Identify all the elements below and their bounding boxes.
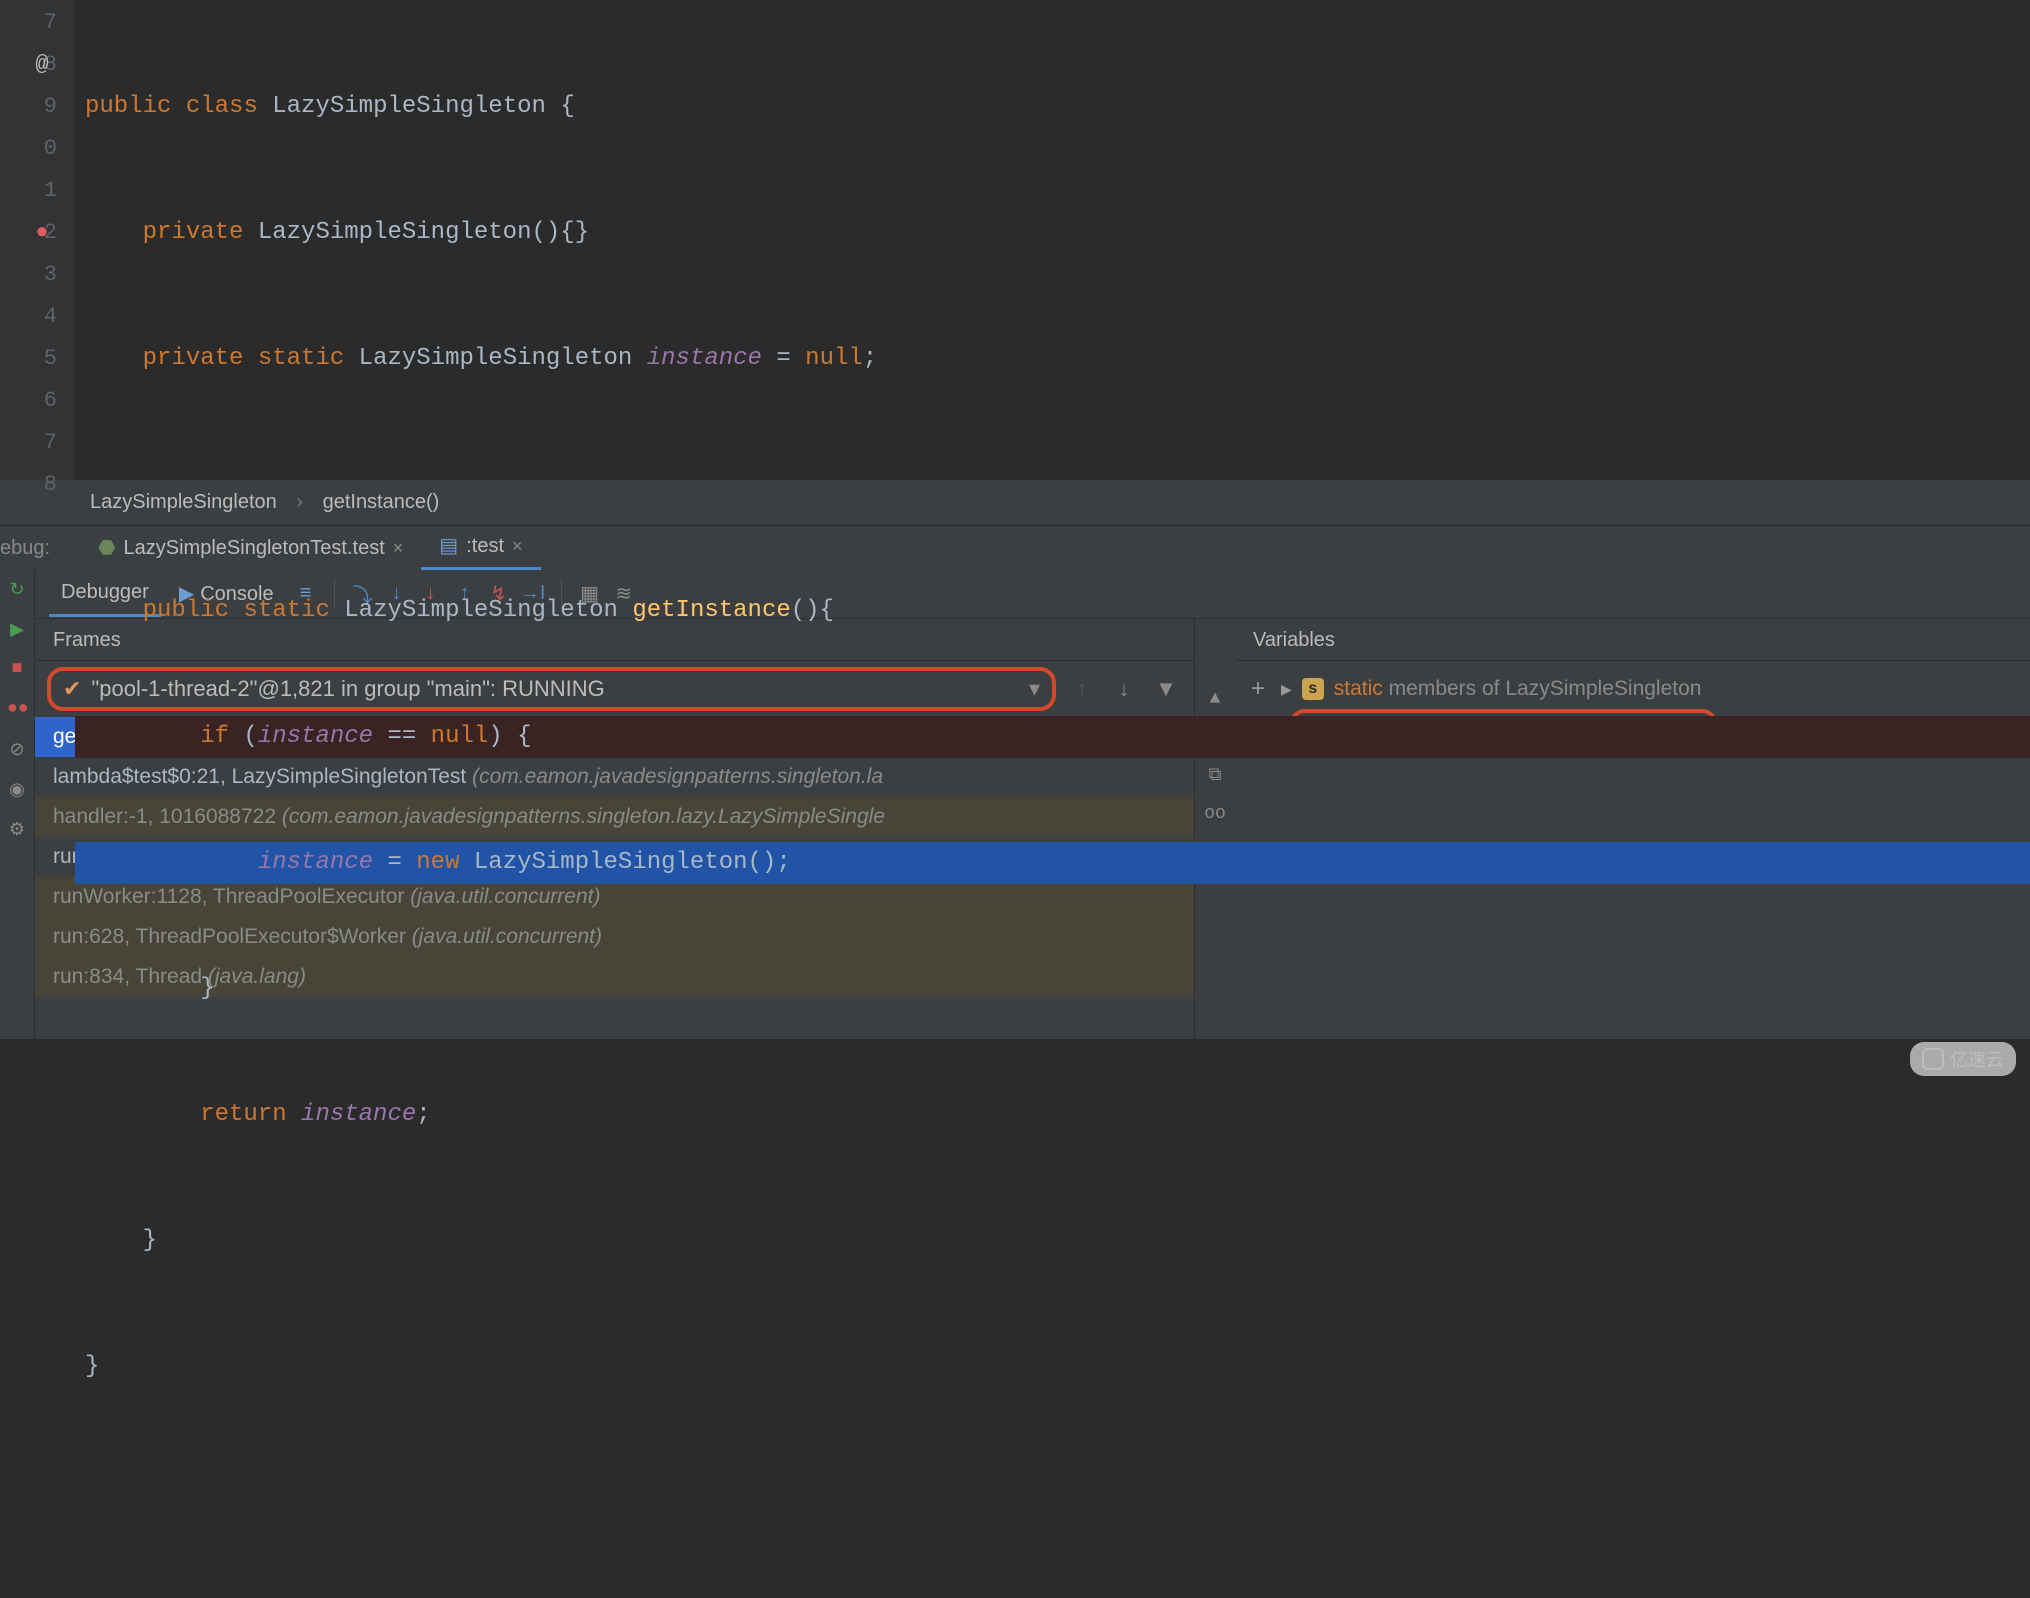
line-number: 1 xyxy=(0,170,57,212)
watermark: 亿速云 xyxy=(1910,1042,2016,1076)
line-number: 3 xyxy=(0,254,57,296)
camera-icon[interactable]: ◉ xyxy=(7,779,27,799)
debug-side-toolbar: ↻ ▶ ■ ●● ⊘ ◉ ⚙ xyxy=(0,569,35,1039)
modified-icon: @ xyxy=(22,44,62,86)
resume-icon[interactable]: ▶ xyxy=(7,619,27,639)
breakpoint-icon[interactable]: ● xyxy=(22,212,62,254)
rerun-icon[interactable]: ↻ xyxy=(7,579,27,599)
watermark-logo-icon xyxy=(1922,1048,1944,1070)
line-number: @8 xyxy=(0,44,57,86)
settings-icon[interactable]: ⚙ xyxy=(7,819,27,839)
line-number: 0 xyxy=(0,128,57,170)
editor-gutter: 7 @8 9 0 1 ●2 3 4 5 6 7 8 xyxy=(0,0,75,480)
stop-icon[interactable]: ■ xyxy=(7,659,27,679)
debug-label: ebug: xyxy=(0,526,50,570)
line-number: ●2 xyxy=(0,212,57,254)
line-number: 6 xyxy=(0,380,57,422)
code-editor: 7 @8 9 0 1 ●2 3 4 5 6 7 8 public class L… xyxy=(0,0,2030,480)
line-number: 5 xyxy=(0,338,57,380)
breakpoints-icon[interactable]: ●● xyxy=(7,699,27,719)
line-number: 7 xyxy=(0,2,57,44)
line-number: 7 xyxy=(0,422,57,464)
mute-breakpoints-icon[interactable]: ⊘ xyxy=(7,739,27,759)
line-number: 4 xyxy=(0,296,57,338)
line-number: 8 xyxy=(0,464,57,506)
code-area[interactable]: public class LazySimpleSingleton { priva… xyxy=(75,0,2030,480)
line-number: 9 xyxy=(0,86,57,128)
